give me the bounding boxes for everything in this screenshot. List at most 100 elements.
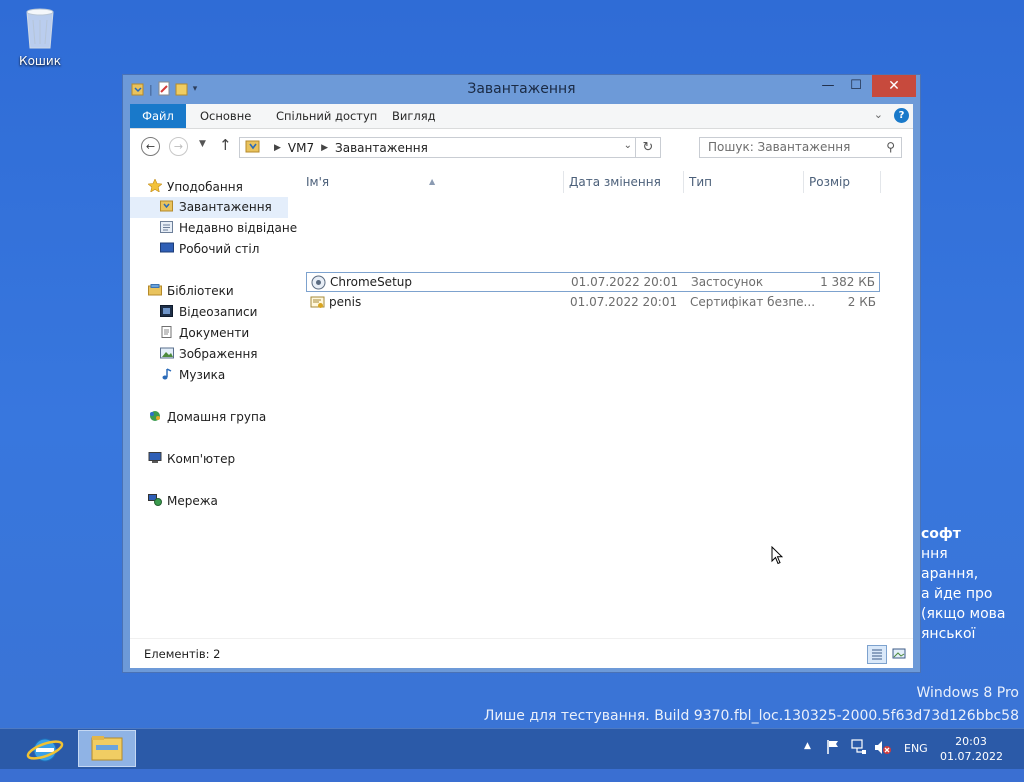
- clock-date: 01.07.2022: [940, 750, 1003, 763]
- document-icon: [160, 324, 174, 338]
- column-label: Ім'я: [306, 175, 330, 189]
- title-bar[interactable]: | ▾ Завантаження — ☐ ✕: [123, 75, 920, 105]
- build-watermark: Лише для тестування. Build 9370.fbl_loc.…: [483, 708, 1019, 724]
- certificate-icon: [310, 295, 325, 310]
- address-bar[interactable]: ▶ VM7 ▶ Завантаження ⌄ ↻: [239, 137, 661, 158]
- column-header-name[interactable]: Ім'я ▲: [306, 172, 556, 192]
- large-icons-view-icon: [892, 648, 906, 659]
- volume-muted-icon[interactable]: [874, 740, 892, 780]
- nav-homegroup-label: Домашня група: [167, 410, 267, 424]
- notification-line: а йде про: [921, 586, 993, 602]
- file-explorer-icon: [91, 736, 123, 761]
- library-icon: [148, 282, 162, 296]
- clock[interactable]: 20:03 01.07.2022: [940, 734, 1003, 764]
- explorer-window: | ▾ Завантаження — ☐ ✕ Файл Основне Спіл…: [122, 74, 921, 673]
- column-header-type[interactable]: Тип: [689, 172, 712, 192]
- tab-home[interactable]: Основне: [200, 104, 251, 128]
- nav-favorites[interactable]: Уподобання: [147, 177, 243, 198]
- column-header-size[interactable]: Розмір: [809, 172, 850, 192]
- nav-item-label: Робочий стіл: [179, 242, 260, 256]
- file-name: penis: [329, 295, 362, 309]
- column-divider[interactable]: [563, 171, 564, 193]
- expand-ribbon-icon[interactable]: ⌄: [874, 108, 883, 121]
- file-explorer-taskbar-button[interactable]: [78, 730, 136, 767]
- tab-view[interactable]: Вигляд: [392, 104, 436, 128]
- column-divider[interactable]: [683, 171, 684, 193]
- large-icons-view-button[interactable]: [890, 645, 910, 664]
- notification-line: софт: [921, 526, 961, 542]
- nav-homegroup[interactable]: Домашня група: [148, 407, 266, 428]
- nav-item-downloads[interactable]: Завантаження: [130, 197, 288, 218]
- nav-network-label: Мережа: [167, 494, 218, 508]
- file-type: Сертифікат безпе...: [690, 295, 816, 309]
- downloads-folder-icon: [245, 139, 261, 156]
- close-button[interactable]: ✕: [872, 75, 916, 97]
- file-row[interactable]: ChromeSetup 01.07.2022 20:01 Застосунок …: [306, 272, 880, 292]
- details-view-button[interactable]: [867, 645, 887, 664]
- tab-file[interactable]: Файл: [130, 104, 186, 128]
- tab-share[interactable]: Спільний доступ: [276, 104, 377, 128]
- nav-item-videos[interactable]: Відеозаписи: [160, 302, 257, 323]
- search-input[interactable]: Пошук: Завантаження ⚲: [699, 137, 902, 158]
- language-indicator[interactable]: ENG: [904, 742, 928, 782]
- star-icon: [147, 178, 163, 193]
- search-icon[interactable]: ⚲: [886, 138, 895, 157]
- nav-item-pictures[interactable]: Зображення: [160, 344, 258, 365]
- action-center-flag-icon[interactable]: [826, 739, 840, 779]
- nav-item-music[interactable]: Музика: [160, 365, 225, 386]
- network-icon: [148, 492, 162, 506]
- navigation-pane: Уподобання Завантаження Недавно відвідан…: [130, 165, 297, 638]
- nav-item-desktop[interactable]: Робочий стіл: [160, 239, 259, 260]
- breadcrumb-downloads[interactable]: Завантаження: [335, 141, 428, 155]
- nav-item-label: Завантаження: [179, 200, 272, 214]
- mouse-cursor-icon: [771, 546, 783, 565]
- nav-libraries[interactable]: Бібліотеки: [148, 281, 234, 302]
- address-dropdown-icon[interactable]: ⌄: [624, 140, 632, 151]
- nav-item-label: Документи: [179, 326, 250, 340]
- breadcrumb-separator-icon[interactable]: ▶: [321, 143, 328, 153]
- refresh-icon[interactable]: ↻: [635, 138, 660, 157]
- nav-item-documents[interactable]: Документи: [160, 323, 249, 344]
- breadcrumb-separator-icon[interactable]: ▶: [274, 143, 281, 153]
- recycle-bin-shortcut[interactable]: Кошик: [14, 6, 66, 68]
- breadcrumb-vm7[interactable]: VM7: [288, 141, 314, 155]
- window-title: Завантаження: [467, 81, 576, 97]
- back-arrow-icon[interactable]: ←: [141, 137, 160, 156]
- computer-icon: [148, 450, 162, 463]
- desktop-icon: [160, 240, 174, 253]
- clock-time: 20:03: [955, 735, 987, 748]
- notification-line: янської: [921, 626, 976, 642]
- notification-line: (якщо мова: [921, 606, 1006, 622]
- nav-item-label: Недавно відвідане: [179, 221, 298, 235]
- file-list: Ім'я ▲ Дата змінення Тип Розмір ChromeSe…: [300, 165, 913, 638]
- show-hidden-icons-icon[interactable]: ▲: [804, 741, 811, 781]
- ribbon-tabs: Файл Основне Спільний доступ Вигляд ⌄ ?: [130, 104, 913, 129]
- file-date: 01.07.2022 20:01: [570, 295, 678, 309]
- file-name: ChromeSetup: [330, 275, 412, 289]
- details-view-icon: [872, 649, 882, 660]
- file-size: 2 КБ: [847, 295, 876, 309]
- nav-computer[interactable]: Комп'ютер: [148, 449, 235, 470]
- recent-locations-icon[interactable]: ▼: [199, 139, 206, 149]
- file-size: 1 382 КБ: [820, 275, 875, 289]
- nav-item-label: Зображення: [179, 347, 258, 361]
- item-count: Елементів: 2: [144, 647, 221, 661]
- help-icon[interactable]: ?: [894, 108, 909, 123]
- music-icon: [160, 366, 174, 380]
- network-tray-icon[interactable]: [851, 739, 867, 779]
- minimize-button[interactable]: —: [814, 75, 842, 97]
- up-arrow-icon[interactable]: ↑: [219, 136, 232, 154]
- column-header-date[interactable]: Дата змінення: [569, 172, 661, 192]
- notification-fragment: софт ння арання, а йде про (якщо мова ян…: [921, 524, 1024, 644]
- maximize-button[interactable]: ☐: [842, 75, 870, 97]
- column-divider[interactable]: [880, 171, 881, 193]
- taskbar: ▲ ENG 20:03 01.07.2022: [0, 728, 1024, 769]
- forward-arrow-icon[interactable]: →: [169, 137, 188, 156]
- column-divider[interactable]: [803, 171, 804, 193]
- notification-line: арання,: [921, 566, 979, 582]
- nav-item-recent[interactable]: Недавно відвідане: [160, 218, 297, 239]
- file-row[interactable]: penis 01.07.2022 20:01 Сертифікат безпе.…: [306, 293, 880, 313]
- status-bar: Елементів: 2: [130, 638, 913, 668]
- internet-explorer-icon[interactable]: [22, 732, 68, 766]
- nav-network[interactable]: Мережа: [148, 491, 218, 512]
